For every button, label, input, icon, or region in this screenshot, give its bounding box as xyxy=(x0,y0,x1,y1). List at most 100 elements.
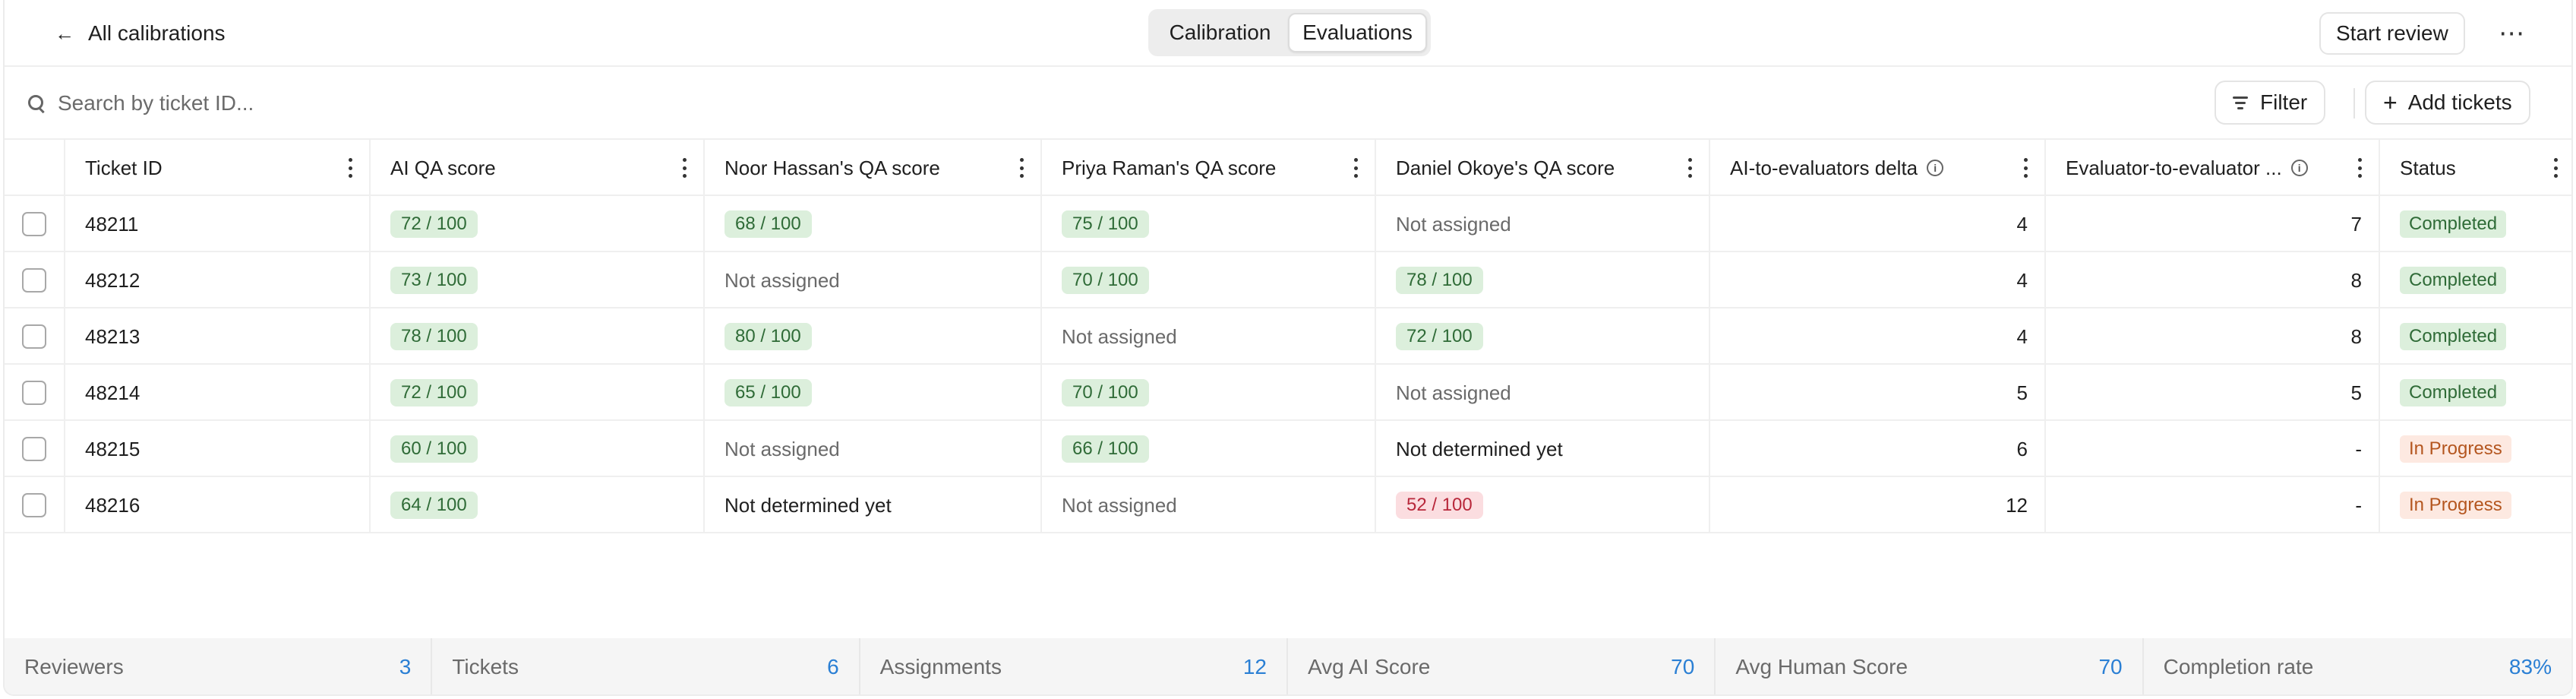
column-header-eval-delta[interactable]: Evaluator-to-evaluator ... i xyxy=(2046,140,2380,196)
status-cell: Completed xyxy=(2380,252,2571,308)
ai-score-cell: 72 / 100 xyxy=(371,196,705,252)
column-menu-icon[interactable] xyxy=(2552,158,2559,178)
segment-calibration[interactable]: Calibration xyxy=(1152,13,1288,52)
header-checkbox-cell xyxy=(5,140,65,196)
filter-label: Filter xyxy=(2260,90,2308,114)
summary-stat: Tickets 6 xyxy=(432,638,860,694)
noor-score-cell: 68 / 100 xyxy=(705,196,1042,252)
column-menu-icon[interactable] xyxy=(346,158,354,178)
more-options-icon[interactable]: ⋯ xyxy=(2491,12,2533,55)
noor-score-cell: 65 / 100 xyxy=(705,365,1042,421)
column-menu-icon[interactable] xyxy=(1686,158,1694,178)
ai-delta-cell: 5 xyxy=(1710,365,2046,421)
row-checkbox[interactable] xyxy=(22,324,46,349)
column-header-ticket-id[interactable]: Ticket ID xyxy=(65,140,371,196)
search-box xyxy=(27,84,711,123)
ai-delta-cell: 12 xyxy=(1710,477,2046,533)
score-pill: 72 / 100 xyxy=(390,210,478,238)
column-header-daniel-score[interactable]: Daniel Okoye's QA score xyxy=(1376,140,1710,196)
column-menu-icon[interactable] xyxy=(1018,158,1025,178)
status-badge: Completed xyxy=(2400,379,2507,406)
back-link[interactable]: ← All calibrations xyxy=(55,17,226,50)
ticket-id-cell: 48216 xyxy=(65,477,371,533)
info-icon[interactable]: i xyxy=(1927,160,1944,176)
priya-score-cell: 70 / 100 xyxy=(1042,252,1376,308)
stat-value: 83% xyxy=(2508,655,2552,678)
row-checkbox[interactable] xyxy=(22,381,46,405)
summary-stat: Assignments 12 xyxy=(860,638,1288,694)
score-pill: 80 / 100 xyxy=(724,323,812,350)
pending-text: Not determined yet xyxy=(724,493,892,517)
column-label: Status xyxy=(2400,156,2456,179)
column-menu-icon[interactable] xyxy=(680,158,688,178)
summary-stat: Completion rate 83% xyxy=(2144,638,2571,694)
score-pill: 70 / 100 xyxy=(1062,379,1149,406)
not-assigned-text: Not assigned xyxy=(1396,212,1511,236)
ai-delta-cell: 4 xyxy=(1710,196,2046,252)
noor-score-cell: 80 / 100 xyxy=(705,308,1042,365)
priya-score-cell: Not assigned xyxy=(1042,477,1376,533)
stat-value: 6 xyxy=(827,655,839,678)
info-icon[interactable]: i xyxy=(2290,160,2308,176)
column-header-status[interactable]: Status xyxy=(2380,140,2571,196)
toolbar: Filter + Add tickets xyxy=(5,67,2571,140)
column-header-noor-score[interactable]: Noor Hassan's QA score xyxy=(705,140,1042,196)
row-checkbox[interactable] xyxy=(22,437,46,461)
stat-label: Completion rate xyxy=(2163,655,2314,678)
row-checkbox-cell xyxy=(5,308,65,365)
app-frame: ← All calibrations Calibration Evaluatio… xyxy=(3,0,2573,696)
daniel-score-cell: 72 / 100 xyxy=(1376,308,1710,365)
ai-score-cell: 72 / 100 xyxy=(371,365,705,421)
segment-evaluations[interactable]: Evaluations xyxy=(1288,13,1427,52)
ai-score-cell: 64 / 100 xyxy=(371,477,705,533)
stat-value: 70 xyxy=(1671,655,1695,678)
status-cell: In Progress xyxy=(2380,477,2571,533)
row-checkbox-cell xyxy=(5,196,65,252)
score-pill: 60 / 100 xyxy=(390,435,478,463)
priya-score-cell: 70 / 100 xyxy=(1042,365,1376,421)
filter-icon xyxy=(2233,96,2248,109)
column-label: Daniel Okoye's QA score xyxy=(1396,156,1615,179)
table-row[interactable]: 48215 60 / 100 Not assigned 66 / 100 Not det… xyxy=(5,421,2571,477)
stat-label: Avg Human Score xyxy=(1735,655,1908,678)
stat-label: Avg AI Score xyxy=(1307,655,1431,678)
column-header-ai-score[interactable]: AI QA score xyxy=(371,140,705,196)
table-row[interactable]: 48214 72 / 100 65 / 100 70 / 100 Not assigne… xyxy=(5,365,2571,421)
priya-score-cell: Not assigned xyxy=(1042,308,1376,365)
pending-text: Not determined yet xyxy=(1396,437,1563,460)
status-badge: In Progress xyxy=(2400,492,2511,519)
score-pill: 72 / 100 xyxy=(390,379,478,406)
search-input[interactable] xyxy=(58,91,680,115)
status-cell: In Progress xyxy=(2380,421,2571,477)
column-label: Priya Raman's QA score xyxy=(1062,156,1277,179)
table-row[interactable]: 48211 72 / 100 68 / 100 75 / 100 Not assigne… xyxy=(5,196,2571,252)
column-menu-icon[interactable] xyxy=(1352,158,1359,178)
column-header-priya-score[interactable]: Priya Raman's QA score xyxy=(1042,140,1376,196)
ticket-id: 48211 xyxy=(85,212,139,236)
filter-button[interactable]: Filter xyxy=(2215,81,2326,125)
column-menu-icon[interactable] xyxy=(2022,158,2029,178)
stat-label: Tickets xyxy=(452,655,519,678)
noor-score-cell: Not determined yet xyxy=(705,477,1042,533)
ai-score-cell: 60 / 100 xyxy=(371,421,705,477)
ticket-id: 48214 xyxy=(85,381,140,404)
row-checkbox[interactable] xyxy=(22,212,46,236)
summary-footer: Reviewers 3 Tickets 6 Assignments 12 Avg AI Sc… xyxy=(5,638,2571,694)
eval-delta-cell: - xyxy=(2046,477,2380,533)
table-row[interactable]: 48213 78 / 100 80 / 100 Not assigned 72 / 10… xyxy=(5,308,2571,365)
row-checkbox[interactable] xyxy=(22,493,46,517)
stat-value: 70 xyxy=(2098,655,2123,678)
column-menu-icon[interactable] xyxy=(2356,158,2363,178)
row-checkbox-cell xyxy=(5,477,65,533)
row-checkbox[interactable] xyxy=(22,268,46,293)
add-tickets-button[interactable]: + Add tickets xyxy=(2365,81,2530,125)
column-header-ai-delta[interactable]: AI-to-evaluators delta i xyxy=(1710,140,2046,196)
status-cell: Completed xyxy=(2380,196,2571,252)
start-review-button[interactable]: Start review xyxy=(2319,12,2465,55)
stat-value: 12 xyxy=(1242,655,1267,678)
ticket-id-cell: 48214 xyxy=(65,365,371,421)
row-checkbox-cell xyxy=(5,252,65,308)
table-row[interactable]: 48216 64 / 100 Not determined yet Not assig… xyxy=(5,477,2571,533)
daniel-score-cell: 78 / 100 xyxy=(1376,252,1710,308)
table-row[interactable]: 48212 73 / 100 Not assigned 70 / 100 78 / 10… xyxy=(5,252,2571,308)
